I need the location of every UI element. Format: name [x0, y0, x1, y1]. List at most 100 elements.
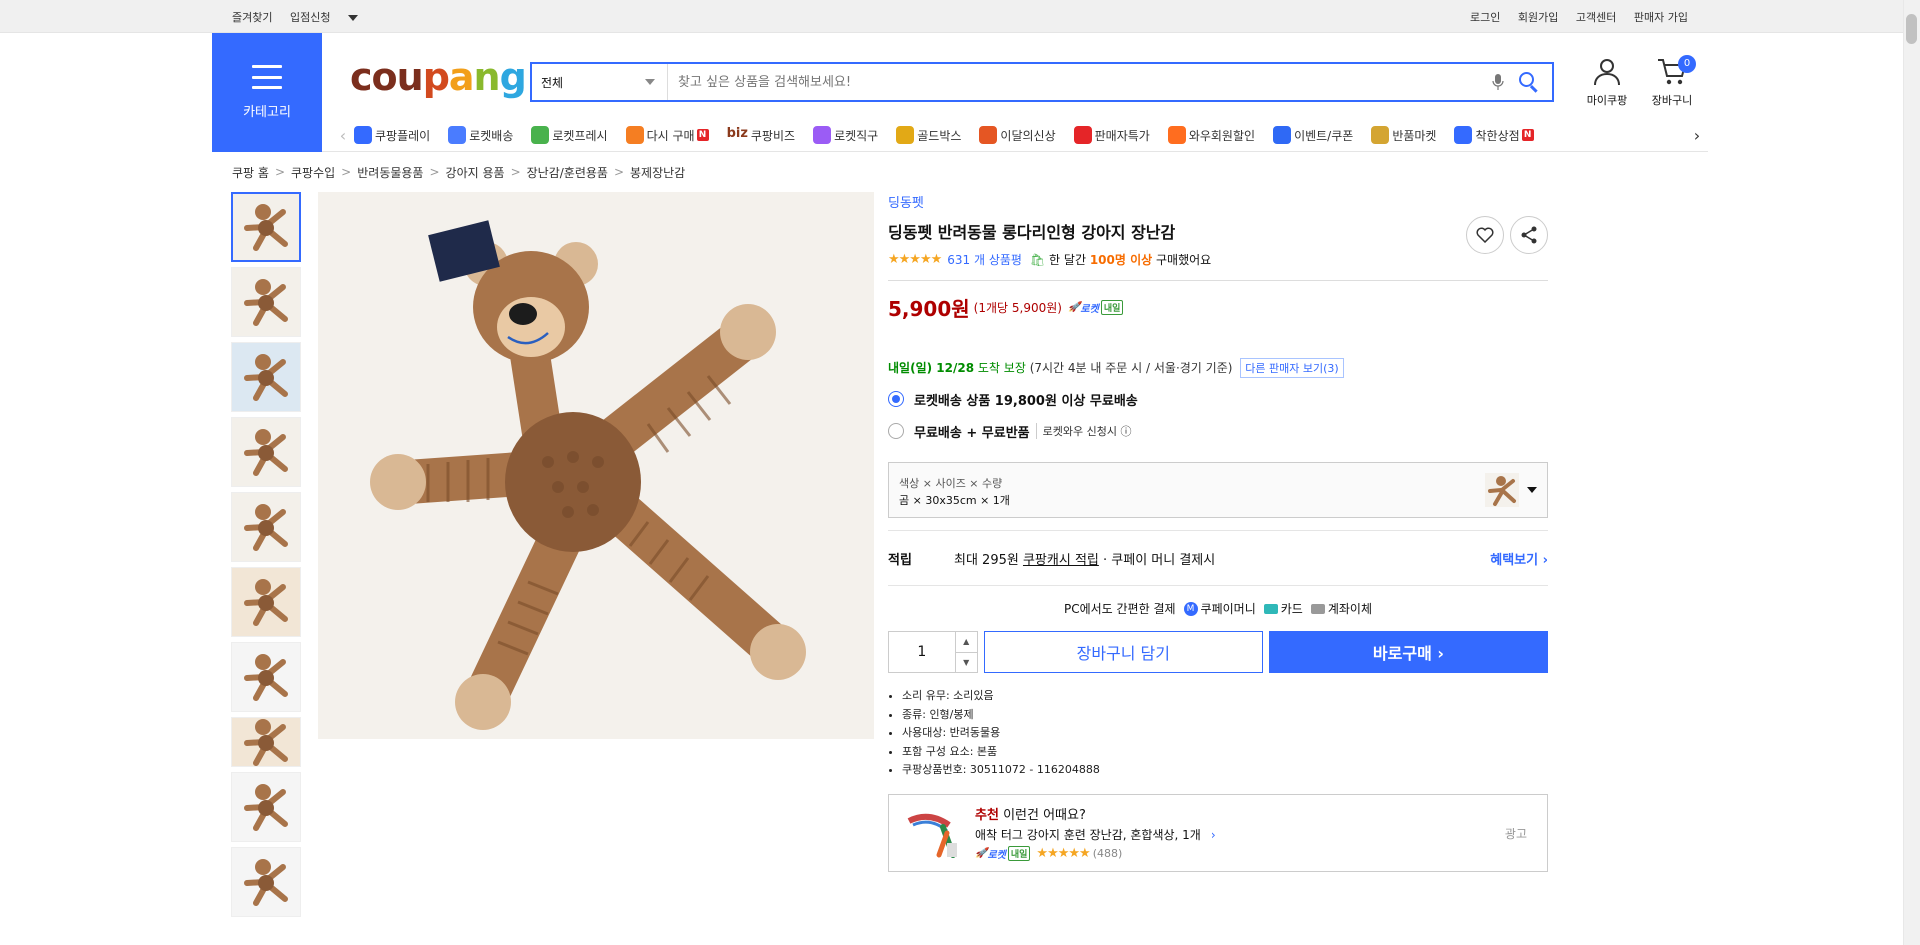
nav-item-icon: [354, 126, 372, 144]
pay-bank: 계좌이체: [1310, 600, 1372, 617]
nav-item[interactable]: 이달의신상: [979, 126, 1056, 144]
nav-item-label: 로켓프레시: [552, 128, 608, 143]
nav-item[interactable]: 로켓프레시: [531, 126, 608, 144]
new-badge-icon: N: [1521, 129, 1534, 141]
breadcrumb-item[interactable]: 강아지 용품: [446, 164, 505, 181]
nav-item[interactable]: 다시 구매 N: [625, 126, 709, 144]
reco-product-name[interactable]: 애착 터그 강아지 훈련 장난감, 혼합색상, 1개: [975, 828, 1201, 842]
breadcrumb-item[interactable]: 쿠팡 홈: [232, 164, 269, 181]
nav-item-label: 골드박스: [917, 128, 962, 143]
radio-selected-icon: [888, 391, 904, 407]
coupang-cash-link[interactable]: 쿠팡캐시 적립: [1023, 549, 1099, 568]
rating-row: ★★★★★ 631 개 상품평 🛍 한 달간 100명 이상 구매했어요: [888, 251, 1548, 268]
shipping-option-wow[interactable]: 무료배송 + 무료반품 로켓와우 신청시 ⓘ: [888, 420, 1548, 442]
nav-item[interactable]: 로켓직구: [813, 126, 878, 144]
nav-item[interactable]: 쿠팡플레이: [354, 126, 430, 144]
decrement-icon[interactable]: ▼: [956, 653, 977, 673]
reco-product-image: [903, 803, 963, 863]
quick-nav: ‹ 쿠팡플레이 로켓배송 로켓프레시 다시 구매 Nbiz 쿠팡비즈 로켓직구 골드박스 이달의…: [332, 119, 1708, 151]
wishlist-button[interactable]: [1466, 216, 1504, 254]
review-count-link[interactable]: 631 개 상품평: [947, 251, 1022, 268]
delivery-note: (7시간 4분 내 주문 시 / 서울⋅경기 기준): [1029, 361, 1233, 375]
seller-apply-dropdown[interactable]: 입점신청: [290, 11, 359, 24]
nav-item-label: 이벤트/쿠폰: [1294, 128, 1354, 143]
product-thumbnail[interactable]: [231, 567, 301, 637]
nav-item-icon: [1454, 126, 1473, 144]
nav-item[interactable]: biz 쿠팡비즈: [727, 126, 796, 144]
chevron-right-icon: >: [510, 165, 521, 179]
product-thumbnail[interactable]: [231, 717, 301, 767]
option-header: 색상 × 사이즈 × 수량: [899, 477, 1003, 490]
buy-now-button[interactable]: 바로구매 ›: [1268, 631, 1549, 673]
nav-item-icon: [896, 126, 915, 144]
product-thumbnail[interactable]: [231, 267, 301, 337]
breadcrumb: 쿠팡 홈 > 쿠팡수입 > 반려동물용품 > 강아지 용품 > 장난감/훈련용품 > 봉제장난감: [212, 152, 1708, 192]
nav-item[interactable]: 와우회원할인: [1167, 126, 1255, 144]
product-thumbnail[interactable]: [231, 847, 301, 917]
breadcrumb-item[interactable]: 장난감/훈련용품: [527, 164, 608, 181]
customer-center-link[interactable]: 고객센터: [1576, 11, 1616, 24]
nav-item[interactable]: 로켓배송: [448, 126, 513, 144]
nav-item-icon: biz: [726, 126, 748, 141]
other-sellers-button[interactable]: 다른 판매자 보기(3): [1240, 358, 1344, 378]
bank-icon: [1310, 603, 1325, 614]
nav-item[interactable]: 반품마켓: [1371, 126, 1436, 144]
add-to-cart-button[interactable]: 장바구니 담기: [983, 631, 1263, 673]
coupay-icon: M: [1183, 601, 1198, 616]
share-button[interactable]: [1510, 216, 1548, 254]
product-thumbnail[interactable]: [231, 417, 301, 487]
breadcrumb-item[interactable]: 반려동물용품: [357, 164, 423, 181]
cart-button[interactable]: 0 장바구니: [1642, 55, 1702, 108]
seller-join-link[interactable]: 판매자 가입: [1634, 11, 1688, 24]
reward-label: 적립: [888, 552, 912, 568]
product-thumbnail[interactable]: [231, 192, 301, 262]
search-input[interactable]: [668, 64, 1490, 100]
delivery-date: 내일(일) 12/28: [888, 361, 975, 375]
cart-count-badge: 0: [1678, 55, 1696, 73]
recommendation-ad[interactable]: 추천 이런건 어때요? 애착 터그 강아지 훈련 장난감, 혼합색상, 1개 › …: [888, 793, 1548, 872]
chevron-right-icon: >: [613, 165, 625, 179]
nav-next-arrow-icon[interactable]: ›: [1686, 126, 1708, 145]
product-thumbnail[interactable]: [231, 492, 301, 562]
nav-item-icon: [1371, 126, 1390, 144]
login-link[interactable]: 로그인: [1470, 11, 1500, 24]
search-scope-select[interactable]: 전체: [532, 64, 668, 100]
signup-link[interactable]: 회원가입: [1518, 11, 1558, 24]
benefits-link[interactable]: 혜택보기 ›: [1490, 549, 1548, 568]
scrollbar-thumb[interactable]: [1906, 14, 1917, 44]
quantity-value[interactable]: 1: [889, 632, 955, 672]
mycoupang-button[interactable]: 마이쿠팡: [1572, 57, 1642, 108]
favorites-link[interactable]: 즐겨찾기: [232, 11, 272, 24]
nav-item-label: 로켓배송: [469, 128, 514, 143]
breadcrumb-item[interactable]: 쿠팡수입: [291, 164, 335, 181]
header: 카테고리 coupang 전체 마이쿠팡 0 장바구니 ‹ 쿠팡플레이 로켓배송 로…: [212, 33, 1708, 152]
nav-item[interactable]: 골드박스: [896, 126, 961, 144]
top-bar: 즐겨찾기 입점신청 로그인 회원가입 고객센터 판매자 가입: [0, 0, 1920, 33]
divider: [888, 280, 1548, 281]
product-thumbnail[interactable]: [231, 642, 301, 712]
nav-item[interactable]: 이벤트/쿠폰: [1273, 126, 1353, 144]
page-scrollbar[interactable]: [1903, 0, 1920, 945]
nav-prev-arrow-icon[interactable]: ‹: [332, 126, 354, 145]
nav-item[interactable]: 판매자특가: [1073, 126, 1150, 144]
shipping-option-rocket[interactable]: 로켓배송 상품 19,800원 이상 무료배송: [888, 388, 1548, 410]
sale-price: 5,900원: [888, 297, 970, 321]
main-product-image[interactable]: [318, 192, 874, 739]
category-button[interactable]: 카테고리: [212, 33, 322, 152]
search-icon[interactable]: [1518, 71, 1540, 93]
product-thumbnail[interactable]: [231, 772, 301, 842]
coupang-logo[interactable]: coupang: [350, 55, 527, 99]
quantity-stepper[interactable]: 1 ▲ ▼: [888, 631, 978, 673]
nav-item-label: 다시 구매: [646, 128, 695, 143]
increment-icon[interactable]: ▲: [955, 632, 977, 653]
nav-item[interactable]: 착한상점 N: [1454, 126, 1534, 144]
option-value: 곰 × 30x35cm × 1개: [899, 494, 1010, 507]
hamburger-icon: [252, 65, 282, 89]
breadcrumb-item[interactable]: 봉제장난감: [630, 164, 685, 181]
microphone-icon[interactable]: [1490, 71, 1506, 93]
chevron-right-icon[interactable]: ›: [1211, 828, 1216, 842]
product-thumbnail[interactable]: [231, 342, 301, 412]
option-selector[interactable]: 색상 × 사이즈 × 수량 곰 × 30x35cm × 1개: [888, 462, 1548, 518]
delivery-guarantee: 도착 보장: [977, 361, 1026, 375]
brand-link[interactable]: 딩동펫: [888, 192, 1548, 211]
